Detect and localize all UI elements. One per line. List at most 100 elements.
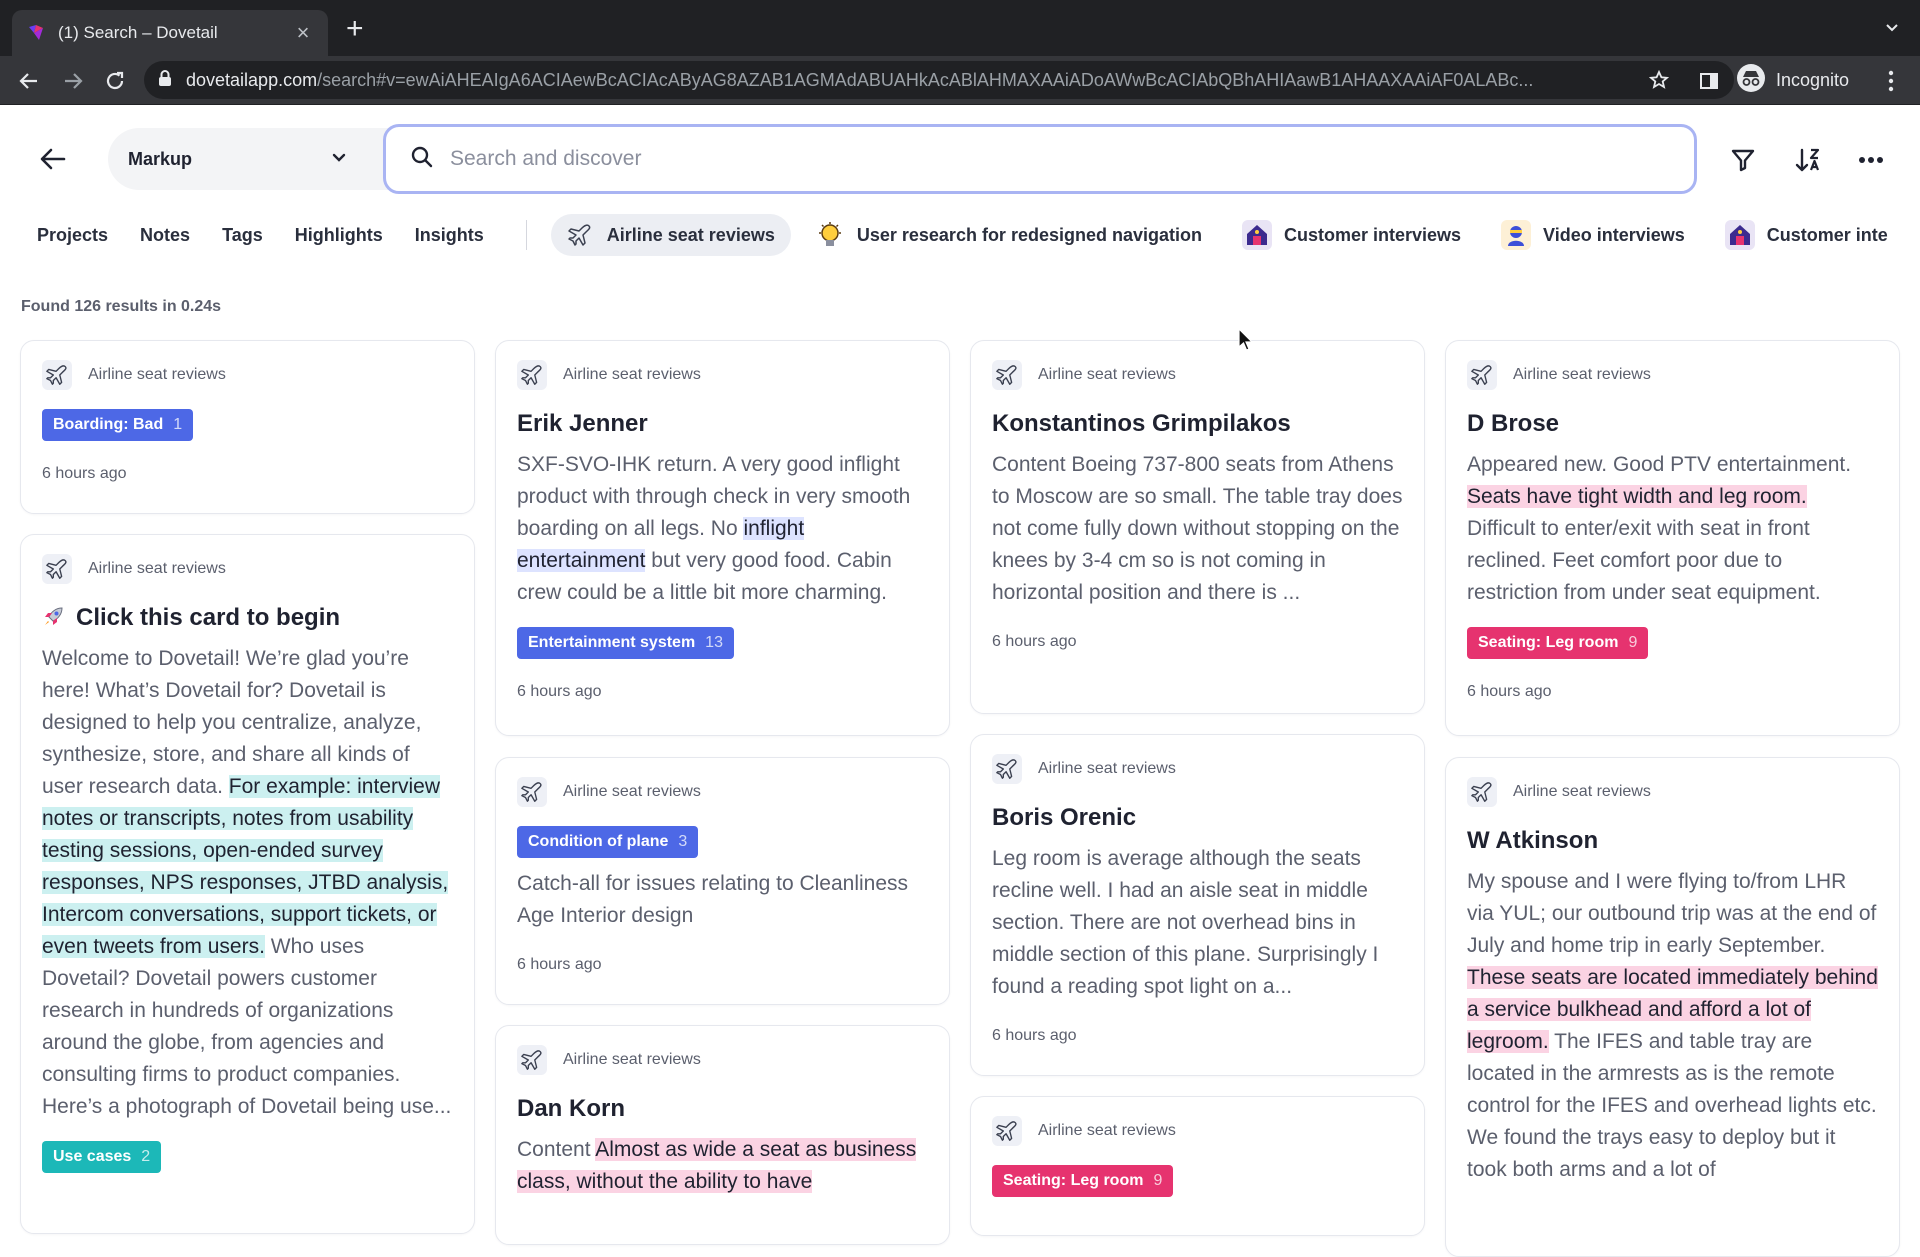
filter-highlights[interactable]: Highlights [295,225,383,246]
incognito-label: Incognito [1776,69,1850,90]
project-chip-airline-seat-reviews[interactable]: Airline seat reviews [550,214,791,256]
result-card[interactable]: Airline seat reviews Boris Orenic Leg ro… [970,734,1425,1076]
filter-icon[interactable] [1729,146,1757,174]
card-highlight: For example: interview notes or transcri… [42,775,449,958]
tag-badge[interactable]: Seating: Leg room 9 [1467,627,1649,659]
side-panel-icon[interactable] [1696,68,1722,94]
result-card[interactable]: Airline seat reviews Click this card to … [20,534,475,1234]
person-icon [1501,220,1532,250]
project-chip-user-research[interactable]: User research for redesigned navigation [801,214,1218,256]
card-timestamp: 6 hours ago [42,465,127,482]
tag-badge[interactable]: Seating: Leg room 9 [992,1165,1174,1197]
card-body: Content Boeing 737-800 seats from Athens… [992,453,1403,604]
result-card[interactable]: Airline seat reviews Dan Korn Content Al… [495,1025,950,1245]
project-chip-label: Airline seat reviews [606,224,775,245]
workspace-select[interactable]: Markup [108,128,388,190]
card-timestamp: 6 hours ago [992,1027,1077,1044]
project-chip-customer-interviews-2[interactable]: Customer inte [1711,214,1904,256]
card-timestamp: 6 hours ago [517,683,602,700]
card-title: Konstantinos Grimpilakos [992,410,1291,437]
browser-tab-title: (1) Search – Dovetail [58,23,218,42]
result-card[interactable]: Airline seat reviews Erik Jenner SXF-SVO… [495,340,950,736]
card-project: Airline seat reviews [1467,776,1878,808]
bookmark-star-icon[interactable] [1648,69,1670,95]
result-card[interactable]: Airline seat reviews D Brose Appeared ne… [1445,340,1900,736]
search-icon [410,145,434,174]
browser-tab-bar: (1) Search – Dovetail × + [0,0,1920,56]
browser-tab-active[interactable]: (1) Search – Dovetail × [12,10,328,56]
address-bar[interactable]: dovetailapp.com/search#v=ewAiAHEAIgA6ACI… [144,61,1734,99]
card-timestamp: 6 hours ago [1467,683,1552,700]
more-options-icon[interactable] [1857,146,1885,174]
project-chip-label: User research for redesigned navigation [856,224,1202,245]
card-timestamp: 6 hours ago [992,633,1077,650]
airplane-icon [42,554,72,584]
workspace-label: Markup [128,148,193,169]
airplane-icon [1467,777,1497,807]
card-project: Airline seat reviews [42,359,453,391]
card-body: My spouse and I were flying to/from LHR … [1467,870,1878,1181]
result-card[interactable]: Airline seat reviews W Atkinson My spous… [1445,757,1900,1257]
result-card[interactable]: Airline seat reviews Seating: Leg room 9 [970,1096,1425,1236]
card-body: Welcome to Dovetail! We’re glad you’re h… [42,647,452,1118]
card-highlight: Seats have tight width and leg room. [1467,485,1807,508]
lock-icon[interactable] [158,69,172,92]
mouse-cursor-icon [1238,327,1254,357]
back-arrow-icon[interactable] [38,144,68,174]
browser-toolbar: dovetailapp.com/search#v=ewAiAHEAIgA6ACI… [0,56,1920,105]
chevron-down-icon [330,148,348,171]
airplane-icon [992,360,1022,390]
dovetail-favicon-icon [26,23,46,43]
airplane-icon [1467,360,1497,390]
project-chip-customer-interviews[interactable]: Customer interviews [1228,214,1477,256]
search-input[interactable] [450,147,1694,171]
card-project: Airline seat reviews [517,776,928,808]
browser-forward-icon[interactable] [60,68,86,94]
card-title: D Brose [1467,410,1560,437]
tab-close-icon[interactable]: × [292,22,314,44]
result-card[interactable]: Airline seat reviews Boarding: Bad 1 6 ho… [20,340,475,514]
tag-badge[interactable]: Condition of plane 3 [517,826,699,858]
browser-back-icon[interactable] [16,68,42,94]
new-tab-icon[interactable]: + [346,14,364,44]
results-count: Found 126 results in 0.24s [21,298,222,315]
search-box[interactable] [383,124,1697,194]
result-card[interactable]: Airline seat reviews Konstantinos Grimpi… [970,340,1425,714]
card-body: Leg room is average although the seats r… [992,847,1379,998]
card-title: Erik Jenner [517,410,648,437]
project-chip-video-interviews[interactable]: Video interviews [1487,214,1701,256]
card-project: Airline seat reviews [1467,359,1878,391]
incognito-indicator[interactable]: Incognito [1736,61,1849,99]
card-title: Boris Orenic [992,804,1137,831]
filter-notes[interactable]: Notes [140,225,190,246]
airplane-icon [992,754,1022,784]
browser-reload-icon[interactable] [102,68,128,94]
result-card[interactable]: Airline seat reviews Condition of plane 3… [495,757,950,1005]
airplane-icon [565,220,595,250]
airplane-icon [517,777,547,807]
filter-divider [525,220,527,250]
card-project: Airline seat reviews [517,359,928,391]
card-project: Airline seat reviews [992,359,1403,391]
sort-icon[interactable] [1794,146,1822,174]
tab-search-chevron-icon[interactable] [1884,20,1900,41]
url-text: dovetailapp.com/search#v=ewAiAHEAIgA6ACI… [186,69,1534,90]
browser-menu-icon[interactable] [1878,68,1904,94]
filter-tags[interactable]: Tags [222,225,263,246]
incognito-icon [1736,63,1766,98]
airplane-icon [517,360,547,390]
filter-insights[interactable]: Insights [415,225,484,246]
card-project: Airline seat reviews [992,1115,1403,1147]
card-body: Content Almost as wide a seat as busines… [517,1138,917,1193]
card-body: Appeared new. Good PTV entertainment. Se… [1467,453,1852,604]
card-body: SXF-SVO-IHK return. A very good inflight… [517,453,911,604]
card-project: Airline seat reviews [517,1044,928,1076]
tag-badge[interactable]: Entertainment system 13 [517,627,734,659]
rocket-icon [42,604,66,631]
tag-badge[interactable]: Use cases 2 [42,1141,162,1173]
filter-projects[interactable]: Projects [37,225,108,246]
project-chip-label: Customer interviews [1283,224,1462,245]
tag-badge[interactable]: Boarding: Bad 1 [42,409,194,441]
house-icon [1241,220,1272,250]
card-title: Click this card to begin [42,603,453,633]
